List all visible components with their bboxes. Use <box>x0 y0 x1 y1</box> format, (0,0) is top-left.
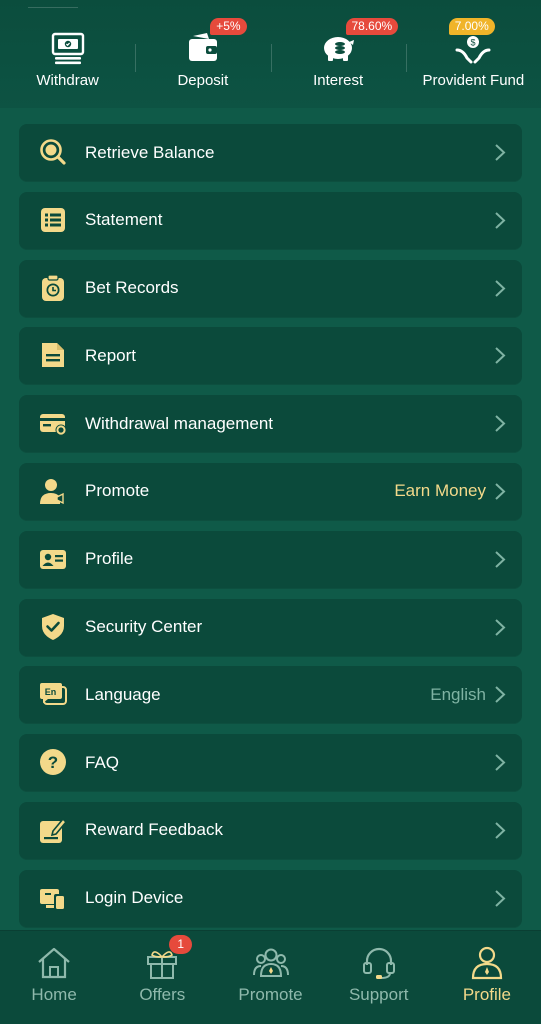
quick-action-provident-fund[interactable]: 7.00% $ Provident Fund <box>405 0 541 108</box>
menu-item-label: Promote <box>85 481 150 501</box>
edit-note-icon <box>40 817 67 843</box>
menu-item-label: Retrieve Balance <box>85 142 215 162</box>
menu-item-label: Reward Feedback <box>85 820 223 840</box>
chevron-right-icon <box>495 686 506 704</box>
menu-item-label: Login Device <box>85 888 184 908</box>
question-icon: ? <box>40 749 66 776</box>
nav-label: Support <box>348 985 409 1004</box>
nav-promote[interactable]: Promote <box>216 931 324 1024</box>
menu-item-label: Statement <box>85 210 163 230</box>
quick-action-deposit[interactable]: +5% Deposit <box>135 0 270 108</box>
search-coin-icon <box>40 139 66 165</box>
menu-item-label: FAQ <box>85 752 120 772</box>
menu-item-label: Language <box>85 684 161 704</box>
headset-icon <box>362 947 395 979</box>
chevron-right-icon <box>495 822 506 839</box>
menu-item-faq[interactable]: ? FAQ <box>19 734 522 792</box>
devices-icon <box>40 888 66 911</box>
chevron-right-icon <box>495 551 506 568</box>
piggy-bank-icon <box>324 37 355 61</box>
chevron-right-icon <box>495 279 506 297</box>
quick-actions-bar: Withdraw +5% Deposit 78.60% Interest 7.0… <box>0 0 541 108</box>
clock-clipboard-icon <box>42 273 64 301</box>
bottom-navigation: Home 1 Offers Promote Support Profile <box>0 930 541 1024</box>
svg-text:$: $ <box>471 38 476 48</box>
nav-profile[interactable]: Profile <box>433 931 541 1024</box>
card-gear-icon <box>40 414 67 436</box>
id-card-icon <box>40 549 66 569</box>
nav-offers[interactable]: 1 Offers <box>108 931 216 1024</box>
shield-check-icon <box>42 613 64 640</box>
promote-value: Earn Money <box>394 481 486 501</box>
settings-menu: Retrieve Balance Statement Bet Records R… <box>19 124 522 938</box>
menu-item-label: Security Center <box>85 617 203 637</box>
menu-item-retrieve-balance[interactable]: Retrieve Balance <box>19 124 522 181</box>
withdraw-icon <box>51 32 84 65</box>
quick-action-label: Interest <box>313 72 364 89</box>
group-icon <box>252 948 289 977</box>
nav-home[interactable]: Home <box>0 931 108 1024</box>
menu-item-login-device[interactable]: Login Device <box>19 869 522 927</box>
deposit-badge: +5% <box>210 18 247 35</box>
menu-item-report[interactable]: Report <box>19 327 522 385</box>
chevron-right-icon <box>495 618 506 636</box>
nav-label: Promote <box>238 985 303 1004</box>
menu-item-language[interactable]: En Language English <box>19 666 522 724</box>
language-icon: En <box>40 683 67 706</box>
nav-label: Profile <box>462 985 511 1004</box>
menu-item-bet-records[interactable]: Bet Records <box>19 259 522 317</box>
wallet-icon <box>188 33 217 61</box>
person-icon <box>471 946 503 980</box>
menu-item-statement[interactable]: Statement <box>19 191 522 249</box>
hands-coin-icon: $ <box>455 36 491 64</box>
svg-text:?: ? <box>48 753 58 772</box>
menu-item-reward-feedback[interactable]: Reward Feedback <box>19 801 522 859</box>
interest-badge: 78.60% <box>345 18 399 35</box>
menu-item-promote[interactable]: Promote Earn Money <box>19 462 522 520</box>
menu-item-label: Report <box>85 345 137 365</box>
nav-support[interactable]: Support <box>325 931 433 1024</box>
svg-text:En: En <box>45 687 57 697</box>
chevron-right-icon <box>495 347 506 365</box>
quick-action-interest[interactable]: 78.60% Interest <box>270 0 406 108</box>
chevron-right-icon <box>495 754 506 771</box>
chevron-right-icon <box>495 483 506 500</box>
user-speaker-icon <box>40 478 64 505</box>
quick-action-withdraw[interactable]: Withdraw <box>0 0 135 108</box>
quick-action-label: Provident Fund <box>422 72 525 89</box>
menu-item-label: Bet Records <box>85 278 179 298</box>
nav-label: Home <box>31 985 77 1004</box>
chevron-right-icon <box>495 212 506 229</box>
menu-item-security-center[interactable]: Security Center <box>19 598 522 656</box>
language-value: English <box>430 684 486 704</box>
nav-label: Offers <box>139 985 186 1004</box>
home-icon <box>38 947 70 979</box>
document-icon <box>42 343 64 368</box>
menu-item-profile[interactable]: Profile <box>19 530 522 588</box>
chevron-right-icon <box>495 890 506 907</box>
list-icon <box>41 207 65 232</box>
menu-item-label: Withdrawal management <box>85 413 274 433</box>
provident-fund-badge: 7.00% <box>448 18 495 35</box>
chevron-right-icon <box>495 415 506 432</box>
quick-action-label: Deposit <box>177 72 229 89</box>
offers-badge: 1 <box>169 935 193 954</box>
chevron-right-icon <box>495 144 506 161</box>
menu-item-withdrawal-management[interactable]: Withdrawal management <box>19 395 522 453</box>
menu-item-label: Profile <box>85 549 134 569</box>
quick-action-label: Withdraw <box>36 72 99 89</box>
